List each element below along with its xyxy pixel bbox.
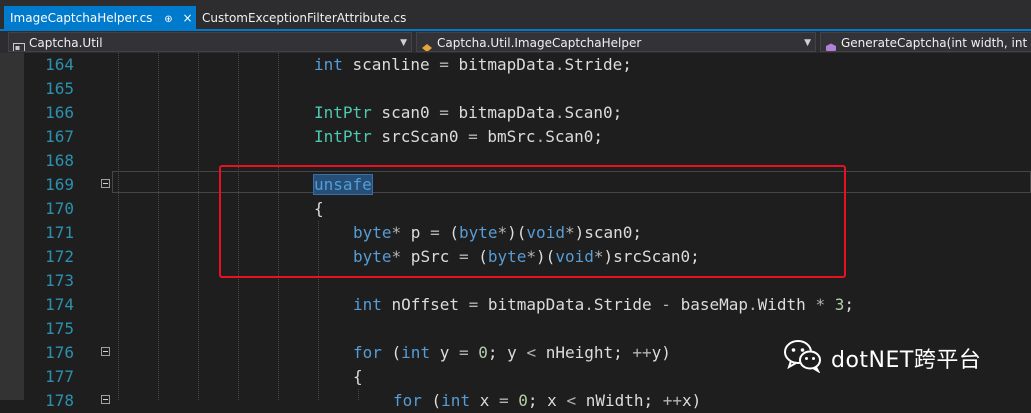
member-dropdown[interactable]: GenerateCaptcha(int width, int he [820,32,1031,52]
class-icon [421,39,433,51]
chevron-down-icon: ▼ [804,38,811,48]
close-icon[interactable]: × [182,11,192,25]
line-number: 169 [45,175,74,194]
code-line: 164 int scanline = bitmapData.Stride; [0,53,1031,77]
code-line: 165 [0,77,1031,101]
method-icon [825,39,837,51]
wechat-icon [783,339,823,377]
tab-imagecaptchahelper[interactable]: ImageCaptchaHelper.cs ⊕ × [4,6,196,30]
line-number: 164 [45,55,74,74]
code-text[interactable]: for (int y = 0; y < nHeight; ++y) [353,341,671,365]
line-number: 175 [45,319,74,338]
line-number: 170 [45,199,74,218]
line-number: 174 [45,295,74,314]
line-number: 172 [45,247,74,266]
highlight-annotation-box [219,165,846,278]
tab-label: CustomExceptionFilterAttribute.cs [202,11,407,25]
member-dropdown-value: GenerateCaptcha(int width, int he [841,36,1031,50]
line-number: 176 [45,343,74,362]
type-dropdown-value: Captcha.Util.ImageCaptchaHelper [437,36,642,50]
line-number: 177 [45,367,74,386]
line-number: 168 [45,151,74,170]
code-text[interactable]: int scanline = bitmapData.Stride; [314,53,632,77]
line-number: 167 [45,127,74,146]
type-dropdown[interactable]: Captcha.Util.ImageCaptchaHelper ▼ [416,32,816,52]
document-tab-bar: ImageCaptchaHelper.cs ⊕ × CustomExceptio… [0,0,1031,30]
line-number: 171 [45,223,74,242]
line-number: 173 [45,271,74,290]
code-text[interactable]: IntPtr srcScan0 = bmSrc.Scan0; [314,125,603,149]
tab-label: ImageCaptchaHelper.cs [10,11,153,25]
chevron-down-icon: ▼ [400,38,407,48]
line-number: 165 [45,79,74,98]
navigation-bar: Captcha.Util ▼ Captcha.Util.ImageCaptcha… [0,31,1031,54]
project-dropdown-value: Captcha.Util [29,36,103,50]
watermark: dotNET跨平台 [783,338,981,378]
code-text[interactable]: IntPtr scan0 = bitmapData.Scan0; [314,101,622,125]
line-number: 178 [45,391,74,410]
tab-customexceptionfilterattribute[interactable]: CustomExceptionFilterAttribute.cs [196,6,406,30]
code-line: 167 IntPtr srcScan0 = bmSrc.Scan0; [0,125,1031,149]
code-line: 166 IntPtr scan0 = bitmapData.Scan0; [0,101,1031,125]
code-text[interactable]: int nOffset = bitmapData.Stride - baseMa… [353,293,854,317]
namespace-icon [13,39,25,51]
watermark-text: dotNET跨平台 [831,348,982,373]
pin-icon[interactable]: ⊕ [164,14,172,25]
code-line: 178 for (int x = 0; x < nWidth; ++x) [0,389,1031,413]
code-text[interactable]: for (int x = 0; x < nWidth; ++x) [393,389,701,413]
project-dropdown[interactable]: Captcha.Util ▼ [8,32,412,52]
code-text[interactable]: { [353,365,363,389]
code-line: 174 int nOffset = bitmapData.Stride - ba… [0,293,1031,317]
line-number: 166 [45,103,74,122]
